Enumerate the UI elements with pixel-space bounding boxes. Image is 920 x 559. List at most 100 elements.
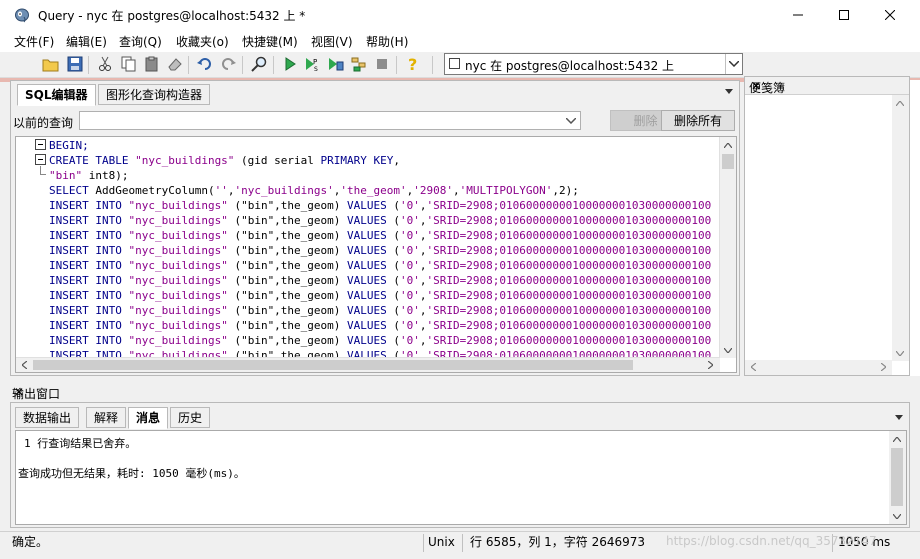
code-token: ("bin",the_geom) xyxy=(227,229,348,242)
copy-icon[interactable] xyxy=(120,55,138,73)
messages-vertical-scrollbar[interactable] xyxy=(889,431,906,524)
close-icon[interactable]: ✕ xyxy=(749,79,763,93)
code-token: CREATE TABLE xyxy=(49,154,136,167)
history-select[interactable] xyxy=(79,111,581,130)
scroll-up-icon[interactable] xyxy=(889,431,905,447)
maximize-icon xyxy=(839,10,849,20)
code-token: 'SRID=2908;01060000000100000001030000000… xyxy=(426,259,712,272)
elephant-icon xyxy=(14,7,30,23)
code-token: '0' xyxy=(400,214,420,227)
minimize-button[interactable] xyxy=(775,0,821,30)
scroll-down-icon[interactable] xyxy=(720,342,736,358)
code-token: ("bin",the_geom) xyxy=(227,259,348,272)
code-token: VALUES xyxy=(347,274,394,287)
code-token: ("bin",the_geom) xyxy=(227,214,348,227)
code-token: "nyc_buildings" xyxy=(128,229,228,242)
scroll-up-icon[interactable] xyxy=(892,95,908,111)
chevron-down-icon[interactable] xyxy=(725,54,742,74)
stop-icon[interactable] xyxy=(373,55,391,73)
scroll-down-icon[interactable] xyxy=(892,345,908,361)
code-line: INSERT INTO "nyc_buildings" ("bin",the_g… xyxy=(49,318,719,333)
chevron-down-icon[interactable] xyxy=(564,113,578,129)
code-token: , xyxy=(419,259,427,272)
find-icon[interactable] xyxy=(250,55,268,73)
execute-to-file-icon[interactable] xyxy=(327,55,345,73)
tab-messages[interactable]: 消息 xyxy=(128,407,169,429)
explain-icon[interactable] xyxy=(350,55,368,73)
connection-select[interactable]: nyc 在 postgres@localhost:5432 上 xyxy=(444,53,743,75)
tab-query-builder[interactable]: 图形化查询构造器 xyxy=(98,84,211,105)
scroll-right-icon[interactable] xyxy=(875,360,891,374)
tab-data-output[interactable]: 数据输出 xyxy=(15,407,80,428)
scroll-down-icon[interactable] xyxy=(889,508,905,524)
messages-box[interactable]: 1 行查询结果已舍弃。 查询成功但无结果，耗时: 1050 毫秒(ms)。 xyxy=(15,430,907,525)
code-token: 'the_geom' xyxy=(340,184,407,197)
code-token: ("bin",the_geom) xyxy=(227,304,348,317)
code-token: 'SRID=2908;01060000000100000001030000000… xyxy=(426,229,712,242)
code-token: 'SRID=2908;01060000000100000001030000000… xyxy=(426,304,712,317)
menu-macros[interactable]: 快捷键(M) xyxy=(242,33,298,50)
menu-view[interactable]: 视图(V) xyxy=(311,33,353,50)
code-token: ("bin",the_geom) xyxy=(227,289,348,302)
scroll-up-icon[interactable] xyxy=(720,137,736,153)
delete-all-button[interactable]: 删除所有 xyxy=(661,110,735,131)
connection-checkbox[interactable] xyxy=(449,58,460,69)
code-token: int8); xyxy=(82,169,129,182)
code-token: "nyc_buildings" xyxy=(128,259,228,272)
undo-icon[interactable] xyxy=(196,55,214,73)
code-token: , xyxy=(419,244,427,257)
save-icon[interactable] xyxy=(66,55,84,73)
tab-menu-icon[interactable] xyxy=(895,415,903,420)
code-token: , xyxy=(419,304,427,317)
tab-menu-icon[interactable] xyxy=(725,89,733,94)
code-token: , xyxy=(419,319,427,332)
paste-icon[interactable] xyxy=(143,55,161,73)
code-token: '0' xyxy=(400,319,420,332)
help-icon[interactable]: ? xyxy=(404,55,422,73)
code-token: '0' xyxy=(400,304,420,317)
scroll-left-icon[interactable] xyxy=(745,360,761,374)
tab-history[interactable]: 历史 xyxy=(170,407,211,428)
scroll-thumb[interactable] xyxy=(722,154,734,169)
eraser-icon[interactable] xyxy=(166,55,184,73)
scroll-thumb[interactable] xyxy=(33,360,633,370)
menu-help[interactable]: 帮助(H) xyxy=(366,33,408,50)
code-token: 'SRID=2908;01060000000100000001030000000… xyxy=(426,334,712,347)
fold-marker-icon[interactable] xyxy=(35,154,46,165)
open-file-icon[interactable] xyxy=(42,55,60,73)
tab-sql-editor[interactable]: SQL编辑器 xyxy=(17,84,96,106)
code-line: INSERT INTO "nyc_buildings" ("bin",the_g… xyxy=(49,213,719,228)
scratch-vertical-scrollbar[interactable] xyxy=(892,95,909,361)
code-line: INSERT INTO "nyc_buildings" ("bin",the_g… xyxy=(49,228,719,243)
sql-code: BEGIN; CREATE TABLE "nyc_buildings" (gid … xyxy=(49,138,719,358)
tab-explain[interactable]: 解释 xyxy=(86,407,127,428)
menu-file[interactable]: 文件(F) xyxy=(14,33,54,50)
sql-editor[interactable]: BEGIN; CREATE TABLE "nyc_buildings" (gid … xyxy=(15,136,737,373)
execute-pgscript-icon[interactable]: PS xyxy=(304,55,322,73)
code-token: INSERT INTO xyxy=(49,199,129,212)
menu-query[interactable]: 查询(Q) xyxy=(119,33,162,50)
editor-horizontal-scrollbar[interactable] xyxy=(16,357,720,372)
close-icon xyxy=(885,10,895,20)
menu-favorites[interactable]: 收藏夹(o) xyxy=(176,33,229,50)
menu-edit[interactable]: 编辑(E) xyxy=(66,33,107,50)
close-icon[interactable]: ✕ xyxy=(12,385,26,399)
output-window-header: 输出窗口 ✕ xyxy=(8,383,910,402)
code-token: AddGeometryColumn( xyxy=(95,184,215,197)
redo-icon[interactable] xyxy=(219,55,237,73)
code-line: SELECT AddGeometryColumn('', 'nyc_buildin… xyxy=(49,183,719,198)
code-token: "nyc_buildings" xyxy=(128,334,228,347)
maximize-button[interactable] xyxy=(821,0,867,30)
code-token: '' xyxy=(214,184,228,197)
code-token: 'SRID=2908;01060000000100000001030000000… xyxy=(426,289,712,302)
scratch-horizontal-scrollbar[interactable] xyxy=(745,360,892,375)
fold-marker-icon[interactable] xyxy=(35,139,46,150)
cut-icon[interactable] xyxy=(96,55,114,73)
code-token: "nyc_buildings" xyxy=(135,154,235,167)
scroll-thumb[interactable] xyxy=(891,448,903,506)
editor-vertical-scrollbar[interactable] xyxy=(719,137,736,358)
scroll-right-icon[interactable] xyxy=(702,358,718,372)
scroll-left-icon[interactable] xyxy=(16,358,32,372)
close-button[interactable] xyxy=(867,0,913,30)
execute-icon[interactable] xyxy=(281,55,299,73)
